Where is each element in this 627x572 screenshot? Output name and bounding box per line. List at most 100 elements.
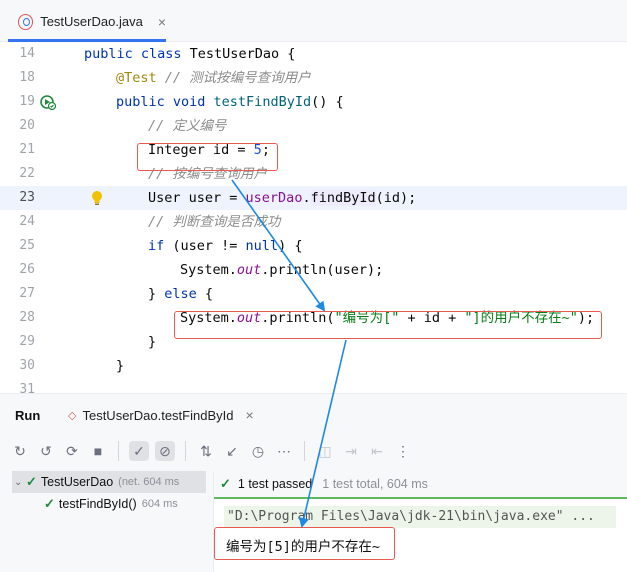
history-icon[interactable]: ◷ <box>248 441 268 461</box>
tree-item-name: testFindById() <box>58 497 137 511</box>
code-token: public void <box>116 94 214 110</box>
code-line-26[interactable]: 26 System.out.println(user); <box>0 258 627 282</box>
code-token: ) { <box>278 238 303 254</box>
show-passed-icon[interactable]: ✓ <box>129 441 149 461</box>
check-icon: ✓ <box>44 496 55 511</box>
code-text: if (user != null) { <box>148 234 302 258</box>
check-icon: ✓ <box>26 474 37 489</box>
code-text: public void testFindById() { <box>116 90 344 114</box>
code-line-14[interactable]: 14 public class TestUserDao { <box>0 42 627 66</box>
code-token: // 测试按编号查询用户 <box>164 70 311 86</box>
code-token: findById <box>310 190 376 206</box>
sort-by-duration-icon[interactable]: ↙ <box>222 441 242 461</box>
highlight-box-else-println <box>174 311 602 339</box>
code-token: @Test <box>116 70 165 86</box>
code-text: @Test // 测试按编号查询用户 <box>116 66 311 90</box>
chevron-down-icon[interactable]: ⌄ <box>14 477 26 488</box>
code-token: } <box>148 334 157 350</box>
code-text: } <box>148 330 156 354</box>
code-text: public class TestUserDao { <box>84 42 295 66</box>
code-token: // 判断查询是否成功 <box>148 214 281 230</box>
tree-item-testfindbyid[interactable]: ✓ testFindById() 604 ms <box>44 493 178 515</box>
status-passed: 1 test passed <box>237 477 313 491</box>
code-line-19[interactable]: 19 public void testFindById() { <box>0 90 627 114</box>
editor-tab-testuserdao[interactable]: TestUserDao.java × <box>8 4 166 42</box>
code-line-24[interactable]: 24 // 判断查询是否成功 <box>0 210 627 234</box>
code-editor[interactable]: 14 public class TestUserDao {18 @Test // 测… <box>0 42 627 393</box>
code-token: else <box>164 286 205 302</box>
tree-item-testuserdao[interactable]: ⌄ ✓ TestUserDao (net. 604 ms <box>12 471 206 493</box>
code-token: testFindById <box>213 94 312 110</box>
code-line-31[interactable]: 31 <box>0 378 627 393</box>
java-test-class-icon <box>18 13 34 30</box>
close-icon[interactable]: × <box>158 14 166 30</box>
code-token: (id); <box>375 190 417 206</box>
code-token: userDao <box>245 190 303 206</box>
close-icon[interactable]: × <box>245 407 253 423</box>
toolbar-divider <box>185 441 186 461</box>
code-line-27[interactable]: 27} else { <box>0 282 627 306</box>
line-number: 25 <box>19 238 35 253</box>
code-text: // 定义编号 <box>148 114 226 138</box>
line-number: 19 <box>19 94 35 109</box>
line-number: 30 <box>19 358 35 373</box>
toggle-auto-test-icon[interactable]: ⟳ <box>62 441 82 461</box>
import-tests-icon[interactable]: ⇥ <box>341 441 361 461</box>
more-tools-icon[interactable]: ⋯ <box>274 441 294 461</box>
code-token: out <box>236 262 262 278</box>
line-number: 29 <box>19 334 35 349</box>
more-icon[interactable]: ⋮ <box>393 441 413 461</box>
lightbulb-icon[interactable] <box>90 190 104 206</box>
code-token: if <box>148 238 173 254</box>
code-token: TestUserDao { <box>189 46 296 62</box>
line-number: 31 <box>19 382 35 393</box>
code-token: () { <box>311 94 344 110</box>
show-ignored-icon[interactable]: ⊘ <box>155 441 175 461</box>
highlight-box-output <box>214 527 395 560</box>
highlight-box-id-declaration <box>137 143 278 171</box>
run-tab-label: TestUserDao.testFindById <box>82 407 234 423</box>
code-line-23[interactable]: 23 User user = userDao.findById(id); <box>0 186 627 210</box>
editor-tab-bar: TestUserDao.java × <box>0 0 627 42</box>
screenshot-icon[interactable]: ◫ <box>315 441 335 461</box>
line-number: 23 <box>19 190 35 205</box>
console-command-line: "D:\Program Files\Java\jdk-21\bin\java.e… <box>224 506 616 528</box>
line-number: 14 <box>19 46 35 61</box>
stop-icon[interactable]: ■ <box>88 441 108 461</box>
line-number: 22 <box>19 166 35 181</box>
code-token: . <box>302 190 311 206</box>
run-configuration-tab[interactable]: ◇ TestUserDao.testFindById × <box>68 402 254 428</box>
code-line-18[interactable]: 18 @Test // 测试按编号查询用户 <box>0 66 627 90</box>
code-text: // 判断查询是否成功 <box>148 210 280 234</box>
sort-alphabetically-icon[interactable]: ⇅ <box>196 441 216 461</box>
toolbar-divider <box>118 441 119 461</box>
rerun-failed-icon[interactable]: ↺ <box>36 441 56 461</box>
test-config-icon: ◇ <box>68 409 77 422</box>
code-text: } <box>116 354 124 378</box>
rerun-icon[interactable]: ↻ <box>10 441 30 461</box>
export-tests-icon[interactable]: ⇤ <box>367 441 387 461</box>
check-icon: ✓ <box>220 476 231 491</box>
line-number: 28 <box>19 310 35 325</box>
code-token: System. <box>180 262 237 278</box>
code-token: { <box>204 286 214 302</box>
code-token: // 定义编号 <box>148 118 227 134</box>
code-token: User user = <box>148 190 246 206</box>
code-line-22[interactable]: 22// 按编号查询用户 <box>0 162 627 186</box>
code-text: } else { <box>148 282 213 306</box>
test-results-tree: ⌄ ✓ TestUserDao (net. 604 ms ✓ testFindB… <box>0 471 214 572</box>
code-line-21[interactable]: 21 Integer id = 5; <box>0 138 627 162</box>
code-token: .println(user); <box>261 262 384 278</box>
line-number: 20 <box>19 118 35 133</box>
line-number: 24 <box>19 214 35 229</box>
code-line-30[interactable]: 30} <box>0 354 627 378</box>
tree-item-duration: (net. 604 ms <box>118 476 180 488</box>
run-test-icon[interactable] <box>40 94 56 110</box>
code-token: public class <box>84 46 190 62</box>
code-line-20[interactable]: 20 // 定义编号 <box>0 114 627 138</box>
test-status-bar: ✓ 1 test passed 1 test total, 604 ms <box>214 471 627 499</box>
code-line-25[interactable]: 25 if (user != null) { <box>0 234 627 258</box>
code-token: } <box>148 286 165 302</box>
code-token: (user != <box>172 238 246 254</box>
run-toolbar: ↻ ↺ ⟳ ■ ✓ ⊘ ⇅ ↙ ◷ ⋯ ◫ ⇥ ⇤ ⋮ <box>0 434 627 468</box>
